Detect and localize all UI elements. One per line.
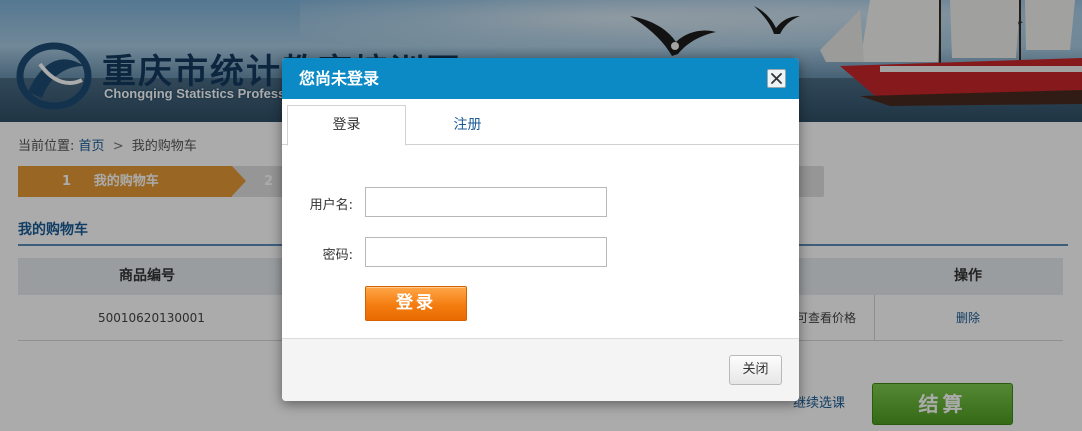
close-button[interactable]: 关闭 bbox=[729, 355, 782, 385]
dialog-title: 您尚未登录 bbox=[299, 69, 380, 88]
password-input[interactable] bbox=[365, 237, 607, 267]
dialog-tabs: 登录 注册 bbox=[282, 99, 799, 146]
username-input[interactable] bbox=[365, 187, 607, 217]
dialog-footer: 关闭 bbox=[282, 338, 799, 401]
tab-register[interactable]: 注册 bbox=[408, 105, 527, 146]
close-icon[interactable] bbox=[767, 69, 786, 88]
login-button[interactable]: 登录 bbox=[365, 286, 467, 321]
login-dialog: 您尚未登录 登录 注册 用户名: 密码: 登录 关闭 bbox=[282, 58, 799, 401]
close-x-glyph bbox=[771, 73, 782, 84]
username-label: 用户名: bbox=[309, 198, 353, 213]
tab-login[interactable]: 登录 bbox=[287, 105, 406, 146]
password-label: 密码: bbox=[322, 248, 353, 263]
dialog-header: 您尚未登录 bbox=[282, 58, 799, 99]
